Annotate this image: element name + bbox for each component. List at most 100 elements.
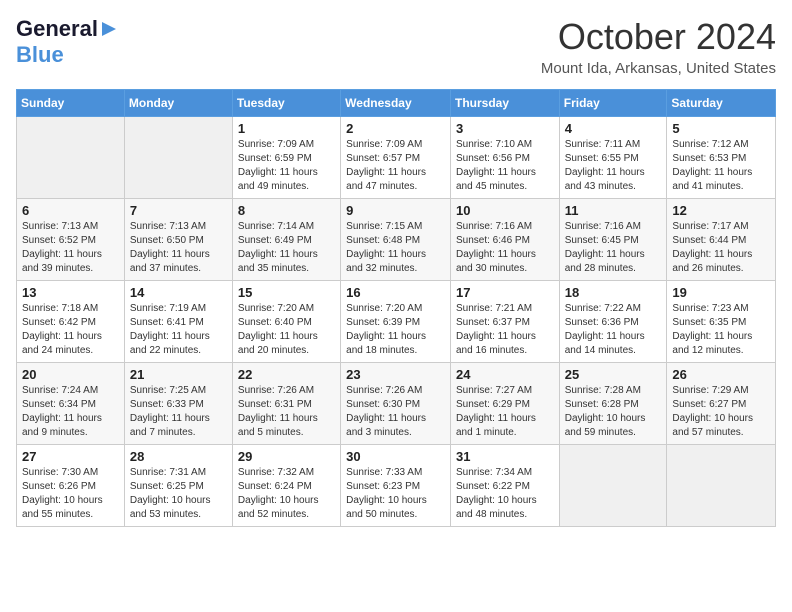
day-info: Sunrise: 7:14 AMSunset: 6:49 PMDaylight:…	[238, 220, 335, 276]
calendar-day-cell	[124, 117, 232, 199]
day-number: 27	[22, 449, 119, 464]
day-number: 15	[238, 285, 335, 300]
calendar-day-cell: 24 Sunrise: 7:27 AMSunset: 6:29 PMDayligh…	[450, 363, 559, 445]
day-number: 2	[346, 121, 445, 136]
day-number: 30	[346, 449, 445, 464]
calendar-table: SundayMondayTuesdayWednesdayThursdayFrid…	[16, 89, 776, 527]
logo: General Blue	[16, 16, 118, 68]
calendar-day-cell: 19 Sunrise: 7:23 AMSunset: 6:35 PMDayligh…	[667, 281, 776, 363]
day-number: 14	[130, 285, 227, 300]
calendar-day-cell: 22 Sunrise: 7:26 AMSunset: 6:31 PMDayligh…	[232, 363, 340, 445]
day-info: Sunrise: 7:09 AMSunset: 6:57 PMDaylight:…	[346, 138, 445, 194]
day-info: Sunrise: 7:33 AMSunset: 6:23 PMDaylight:…	[346, 466, 445, 522]
day-number: 4	[565, 121, 662, 136]
day-info: Sunrise: 7:19 AMSunset: 6:41 PMDaylight:…	[130, 302, 227, 358]
day-info: Sunrise: 7:18 AMSunset: 6:42 PMDaylight:…	[22, 302, 119, 358]
day-info: Sunrise: 7:09 AMSunset: 6:59 PMDaylight:…	[238, 138, 335, 194]
calendar-day-cell	[17, 117, 125, 199]
calendar-day-cell: 27 Sunrise: 7:30 AMSunset: 6:26 PMDayligh…	[17, 445, 125, 527]
location-subtitle: Mount Ida, Arkansas, United States	[541, 60, 776, 77]
day-info: Sunrise: 7:26 AMSunset: 6:31 PMDaylight:…	[238, 384, 335, 440]
day-number: 11	[565, 203, 662, 218]
day-number: 21	[130, 367, 227, 382]
day-number: 22	[238, 367, 335, 382]
day-number: 16	[346, 285, 445, 300]
day-number: 7	[130, 203, 227, 218]
day-info: Sunrise: 7:16 AMSunset: 6:45 PMDaylight:…	[565, 220, 662, 276]
day-info: Sunrise: 7:32 AMSunset: 6:24 PMDaylight:…	[238, 466, 335, 522]
day-info: Sunrise: 7:25 AMSunset: 6:33 PMDaylight:…	[130, 384, 227, 440]
calendar-header-tuesday: Tuesday	[232, 90, 340, 117]
month-title: October 2024	[541, 16, 776, 58]
calendar-day-cell: 25Sunrise: 7:28 AMSunset: 6:28 PMDayligh…	[559, 363, 667, 445]
calendar-day-cell: 1Sunrise: 7:09 AMSunset: 6:59 PMDaylight…	[232, 117, 340, 199]
day-number: 29	[238, 449, 335, 464]
day-info: Sunrise: 7:22 AMSunset: 6:36 PMDaylight:…	[565, 302, 662, 358]
calendar-day-cell: 2 Sunrise: 7:09 AMSunset: 6:57 PMDaylight…	[341, 117, 451, 199]
calendar-day-cell: 13 Sunrise: 7:18 AMSunset: 6:42 PMDayligh…	[17, 281, 125, 363]
calendar-day-cell: 3 Sunrise: 7:10 AMSunset: 6:56 PMDaylight…	[450, 117, 559, 199]
calendar-day-cell: 7 Sunrise: 7:13 AMSunset: 6:50 PMDaylight…	[124, 199, 232, 281]
calendar-header-row: SundayMondayTuesdayWednesdayThursdayFrid…	[17, 90, 776, 117]
day-number: 23	[346, 367, 445, 382]
day-info: Sunrise: 7:31 AMSunset: 6:25 PMDaylight:…	[130, 466, 227, 522]
calendar-day-cell	[667, 445, 776, 527]
day-info: Sunrise: 7:34 AMSunset: 6:22 PMDaylight:…	[456, 466, 554, 522]
day-number: 6	[22, 203, 119, 218]
day-info: Sunrise: 7:29 AMSunset: 6:27 PMDaylight:…	[672, 384, 770, 440]
day-number: 10	[456, 203, 554, 218]
calendar-day-cell: 5 Sunrise: 7:12 AMSunset: 6:53 PMDaylight…	[667, 117, 776, 199]
day-number: 3	[456, 121, 554, 136]
day-info: Sunrise: 7:27 AMSunset: 6:29 PMDaylight:…	[456, 384, 554, 440]
calendar-week-row: 27 Sunrise: 7:30 AMSunset: 6:26 PMDayligh…	[17, 445, 776, 527]
day-info: Sunrise: 7:21 AMSunset: 6:37 PMDaylight:…	[456, 302, 554, 358]
day-info: Sunrise: 7:17 AMSunset: 6:44 PMDaylight:…	[672, 220, 770, 276]
calendar-day-cell: 12Sunrise: 7:17 AMSunset: 6:44 PMDayligh…	[667, 199, 776, 281]
page-header: General Blue October 2024 Mount Ida, Ark…	[16, 16, 776, 77]
day-info: Sunrise: 7:30 AMSunset: 6:26 PMDaylight:…	[22, 466, 119, 522]
day-number: 19	[672, 285, 770, 300]
day-number: 18	[565, 285, 662, 300]
logo-text-blue: Blue	[16, 42, 64, 68]
calendar-day-cell: 29 Sunrise: 7:32 AMSunset: 6:24 PMDayligh…	[232, 445, 340, 527]
calendar-week-row: 6 Sunrise: 7:13 AMSunset: 6:52 PMDaylight…	[17, 199, 776, 281]
title-area: October 2024 Mount Ida, Arkansas, United…	[541, 16, 776, 77]
calendar-header-wednesday: Wednesday	[341, 90, 451, 117]
calendar-day-cell: 28 Sunrise: 7:31 AMSunset: 6:25 PMDayligh…	[124, 445, 232, 527]
day-info: Sunrise: 7:10 AMSunset: 6:56 PMDaylight:…	[456, 138, 554, 194]
calendar-day-cell: 6 Sunrise: 7:13 AMSunset: 6:52 PMDaylight…	[17, 199, 125, 281]
calendar-day-cell: 23Sunrise: 7:26 AMSunset: 6:30 PMDayligh…	[341, 363, 451, 445]
day-number: 25	[565, 367, 662, 382]
day-info: Sunrise: 7:16 AMSunset: 6:46 PMDaylight:…	[456, 220, 554, 276]
calendar-day-cell: 11 Sunrise: 7:16 AMSunset: 6:45 PMDayligh…	[559, 199, 667, 281]
day-info: Sunrise: 7:15 AMSunset: 6:48 PMDaylight:…	[346, 220, 445, 276]
day-info: Sunrise: 7:20 AMSunset: 6:39 PMDaylight:…	[346, 302, 445, 358]
calendar-day-cell: 4Sunrise: 7:11 AMSunset: 6:55 PMDaylight…	[559, 117, 667, 199]
day-number: 24	[456, 367, 554, 382]
calendar-day-cell: 14 Sunrise: 7:19 AMSunset: 6:41 PMDayligh…	[124, 281, 232, 363]
day-number: 31	[456, 449, 554, 464]
calendar-day-cell: 31 Sunrise: 7:34 AMSunset: 6:22 PMDayligh…	[450, 445, 559, 527]
day-number: 8	[238, 203, 335, 218]
day-info: Sunrise: 7:20 AMSunset: 6:40 PMDaylight:…	[238, 302, 335, 358]
day-number: 26	[672, 367, 770, 382]
calendar-day-cell: 21 Sunrise: 7:25 AMSunset: 6:33 PMDayligh…	[124, 363, 232, 445]
day-number: 5	[672, 121, 770, 136]
day-number: 9	[346, 203, 445, 218]
day-number: 28	[130, 449, 227, 464]
calendar-header-monday: Monday	[124, 90, 232, 117]
day-info: Sunrise: 7:12 AMSunset: 6:53 PMDaylight:…	[672, 138, 770, 194]
day-number: 17	[456, 285, 554, 300]
calendar-day-cell: 30 Sunrise: 7:33 AMSunset: 6:23 PMDayligh…	[341, 445, 451, 527]
calendar-day-cell: 9 Sunrise: 7:15 AMSunset: 6:48 PMDaylight…	[341, 199, 451, 281]
calendar-day-cell: 8 Sunrise: 7:14 AMSunset: 6:49 PMDaylight…	[232, 199, 340, 281]
day-info: Sunrise: 7:23 AMSunset: 6:35 PMDaylight:…	[672, 302, 770, 358]
calendar-day-cell: 16 Sunrise: 7:20 AMSunset: 6:39 PMDayligh…	[341, 281, 451, 363]
calendar-day-cell: 26 Sunrise: 7:29 AMSunset: 6:27 PMDayligh…	[667, 363, 776, 445]
day-number: 13	[22, 285, 119, 300]
calendar-week-row: 20Sunrise: 7:24 AMSunset: 6:34 PMDayligh…	[17, 363, 776, 445]
day-info: Sunrise: 7:13 AMSunset: 6:50 PMDaylight:…	[130, 220, 227, 276]
logo-arrow-icon	[100, 20, 118, 38]
day-info: Sunrise: 7:13 AMSunset: 6:52 PMDaylight:…	[22, 220, 119, 276]
day-info: Sunrise: 7:24 AMSunset: 6:34 PMDaylight:…	[22, 384, 119, 440]
